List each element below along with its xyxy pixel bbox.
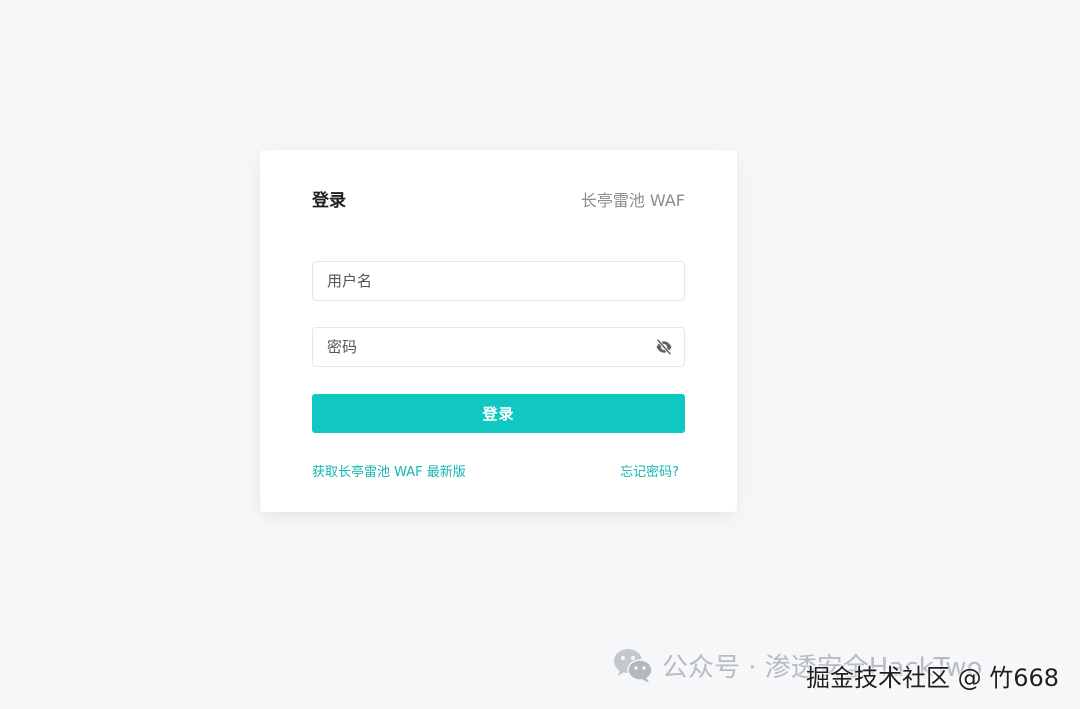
username-input[interactable] — [313, 262, 684, 300]
login-button[interactable]: 登录 — [312, 394, 685, 433]
product-name: 长亭雷池 WAF — [580, 190, 685, 210]
password-input[interactable] — [313, 328, 654, 366]
login-card-header: 登录 长亭雷池 WAF — [312, 186, 685, 212]
login-card: 登录 长亭雷池 WAF 登录 获取长亭雷池 WAF 最新版 忘记密码? — [260, 150, 737, 512]
login-links: 获取长亭雷池 WAF 最新版 忘记密码? — [312, 461, 679, 480]
wechat-icon — [614, 649, 653, 683]
get-latest-waf-link[interactable]: 获取长亭雷池 WAF 最新版 — [312, 461, 466, 480]
username-field — [312, 261, 685, 301]
eye-off-icon[interactable] — [654, 337, 674, 357]
password-field — [312, 327, 685, 367]
overlay-attribution: 掘金技术社区 @ 竹668 — [806, 664, 1060, 692]
login-title: 登录 — [312, 191, 346, 211]
forgot-password-link[interactable]: 忘记密码? — [620, 461, 679, 480]
